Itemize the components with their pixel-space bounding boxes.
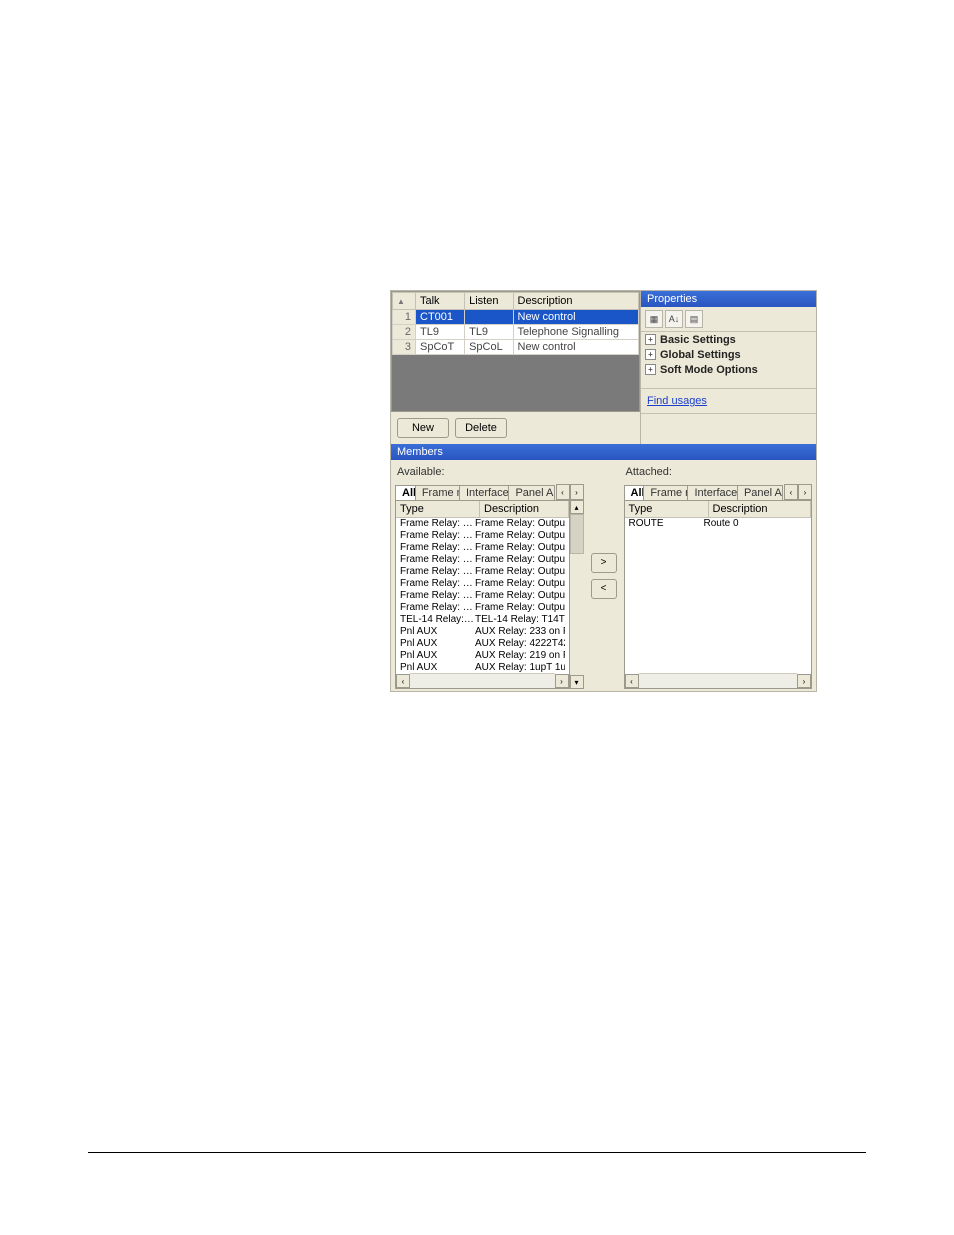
expand-icon[interactable]: + — [645, 349, 656, 360]
available-list[interactable]: Type Description Frame Relay: Ou...Frame… — [395, 500, 570, 689]
tab-scroll-left-icon[interactable]: ‹ — [556, 484, 570, 500]
move-right-button[interactable]: > — [591, 553, 617, 573]
scroll-up-icon[interactable]: ▴ — [570, 500, 584, 514]
scroll-right-icon[interactable]: › — [797, 674, 811, 688]
list-item[interactable]: Frame Relay: Ou...Frame Relay: Output [ … — [396, 578, 569, 590]
tab-scroll-right-icon[interactable]: › — [798, 484, 812, 500]
attached-header-desc[interactable]: Description — [709, 501, 812, 517]
available-header-desc[interactable]: Description — [480, 501, 569, 517]
list-item[interactable]: Frame Relay: Ou...Frame Relay: Output [ … — [396, 566, 569, 578]
available-label: Available: — [395, 464, 584, 482]
available-header-type[interactable]: Type — [396, 501, 480, 517]
attached-label: Attached: — [624, 464, 813, 482]
sort-icon: ▲ — [397, 297, 405, 306]
list-item[interactable]: Frame Relay: Ou...Frame Relay: Output [ … — [396, 542, 569, 554]
new-button[interactable]: New — [397, 418, 449, 438]
property-category[interactable]: +Global Settings — [641, 347, 816, 362]
tab-scroll-right-icon[interactable]: › — [570, 484, 584, 500]
vscroll-thumb[interactable] — [570, 514, 584, 554]
property-category[interactable]: +Basic Settings — [641, 332, 816, 347]
scroll-right-icon[interactable]: › — [555, 674, 569, 688]
hscroll-track[interactable] — [639, 673, 798, 689]
table-row[interactable]: 2TL9TL9Telephone Signalling — [393, 325, 639, 340]
attached-tabs: AllFrame relaysInterface relaysPanel AUX… — [624, 482, 813, 500]
property-pages-icon[interactable]: ▤ — [685, 310, 703, 328]
find-usages-link[interactable]: Find usages — [641, 388, 816, 413]
property-category[interactable]: +Soft Mode Options — [641, 362, 816, 377]
available-tabs: AllFrame relaysInterface relaysPanel AUX… — [395, 482, 584, 500]
controls-grid[interactable]: ▲ Talk Listen Description 1CT001New cont… — [391, 291, 640, 412]
tab-all[interactable]: All — [624, 485, 645, 500]
tab-interface-relays[interactable]: Interface relays — [687, 485, 737, 500]
grid-header-listen[interactable]: Listen — [465, 293, 513, 310]
list-item[interactable]: Frame Relay: Ou...Frame Relay: Output [ … — [396, 530, 569, 542]
list-item[interactable]: Pnl AUXAUX Relay: 219 on Port 17 — [396, 650, 569, 662]
table-row[interactable]: 1CT001New control — [393, 310, 639, 325]
list-item[interactable]: ROUTERoute 0 — [625, 518, 812, 530]
app-window: ▲ Talk Listen Description 1CT001New cont… — [390, 290, 817, 692]
sort-az-icon[interactable]: A↓ — [665, 310, 683, 328]
scroll-left-icon[interactable]: ‹ — [396, 674, 410, 688]
attached-header-type[interactable]: Type — [625, 501, 709, 517]
property-description-area — [641, 413, 816, 444]
list-item[interactable]: Frame Relay: Ou...Frame Relay: Output [ … — [396, 590, 569, 602]
categorize-icon[interactable]: ▦ — [645, 310, 663, 328]
properties-title: Properties — [641, 291, 816, 307]
horizontal-rule — [88, 1152, 866, 1153]
list-item[interactable]: Frame Relay: Ou...Frame Relay: Output [ … — [396, 518, 569, 530]
list-item[interactable]: Pnl AUXAUX Relay: 233 on Port 49 — [396, 626, 569, 638]
grid-header-talk[interactable]: Talk — [416, 293, 465, 310]
table-row[interactable]: 3SpCoTSpCoLNew control — [393, 340, 639, 355]
expand-icon[interactable]: + — [645, 334, 656, 345]
list-item[interactable]: Frame Relay: Ou...Frame Relay: Output [ … — [396, 554, 569, 566]
tab-panel-aux-re[interactable]: Panel AUX re — [508, 485, 554, 500]
tab-frame-relays[interactable]: Frame relays — [643, 485, 688, 500]
vscroll-track[interactable] — [570, 554, 584, 675]
tab-panel-aux-re[interactable]: Panel AUX re — [737, 485, 783, 500]
hscroll-track[interactable] — [410, 673, 555, 689]
list-item[interactable]: TEL-14 Relay: P...TEL-14 Relay: T14T T14… — [396, 614, 569, 626]
members-title: Members — [391, 444, 816, 460]
tab-all[interactable]: All — [395, 485, 416, 500]
delete-button[interactable]: Delete — [455, 418, 507, 438]
expand-icon[interactable]: + — [645, 364, 656, 375]
grid-header-row: ▲ Talk Listen Description — [393, 293, 639, 310]
list-item[interactable]: Frame Relay: Ou...Frame Relay: Output [ … — [396, 602, 569, 614]
tab-interface-relays[interactable]: Interface relays — [459, 485, 509, 500]
scroll-left-icon[interactable]: ‹ — [625, 674, 639, 688]
scroll-down-icon[interactable]: ▾ — [570, 675, 584, 689]
property-categories: +Basic Settings+Global Settings+Soft Mod… — [641, 332, 816, 388]
attached-list[interactable]: Type Description ROUTERoute 0 ‹ › — [624, 500, 813, 689]
grid-header-num[interactable]: ▲ — [393, 293, 416, 310]
list-item[interactable]: Pnl AUXAUX Relay: 4222T4222L on Port 1 — [396, 638, 569, 650]
move-left-button[interactable]: < — [591, 579, 617, 599]
tab-frame-relays[interactable]: Frame relays — [415, 485, 460, 500]
tab-scroll-left-icon[interactable]: ‹ — [784, 484, 798, 500]
grid-header-desc[interactable]: Description — [513, 293, 639, 310]
